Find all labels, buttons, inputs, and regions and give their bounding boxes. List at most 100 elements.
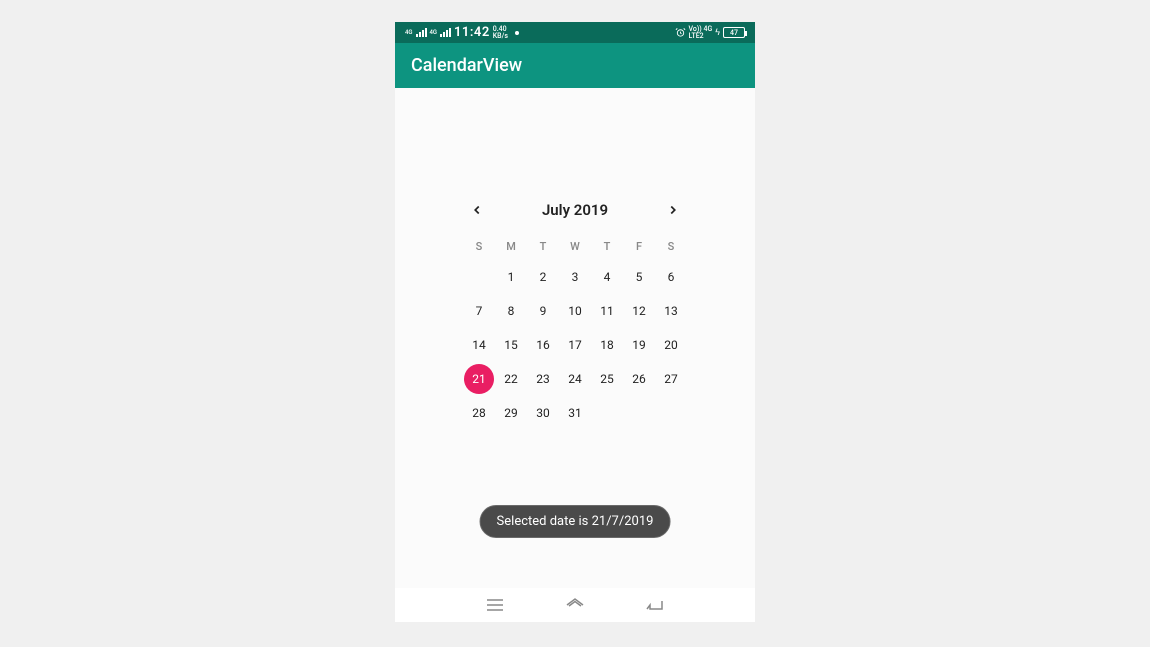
day-number: 20: [664, 338, 678, 352]
day-cell[interactable]: 22: [495, 369, 527, 389]
chevron-right-icon: [666, 203, 680, 217]
calendar-view: July 2019 SMTWTFS12345678910111213141516…: [395, 88, 755, 588]
month-year-label: July 2019: [542, 201, 608, 219]
empty-day-cell: [463, 267, 495, 287]
day-of-week-header: F: [623, 240, 655, 253]
network-1-label: 4G: [405, 29, 413, 36]
day-number: 15: [504, 338, 518, 352]
app-bar: CalendarView: [395, 43, 755, 88]
day-number: 11: [600, 304, 614, 318]
status-right: Vo)) 4G LTE2 ϟ 47: [675, 26, 745, 40]
day-cell[interactable]: 19: [623, 335, 655, 355]
day-cell[interactable]: 25: [591, 369, 623, 389]
prev-month-button[interactable]: [465, 198, 489, 222]
day-cell[interactable]: 11: [591, 301, 623, 321]
day-of-week-header: S: [655, 240, 687, 253]
app-title: CalendarView: [411, 55, 522, 76]
day-cell[interactable]: 23: [527, 369, 559, 389]
day-of-week-header: S: [463, 240, 495, 253]
day-cell[interactable]: 1: [495, 267, 527, 287]
day-number: 27: [664, 372, 678, 386]
day-number: 16: [536, 338, 550, 352]
selected-day-cell[interactable]: 21: [463, 369, 495, 389]
day-cell[interactable]: 28: [463, 403, 495, 423]
day-number: 24: [568, 372, 582, 386]
signal-bars-1-icon: [416, 28, 427, 37]
day-cell[interactable]: 18: [591, 335, 623, 355]
phone-frame: 4G 4G 11:42 0.40 KB/s Vo)) 4G LTE2 ϟ 47: [395, 22, 755, 622]
data-rate: 0.40 KB/s: [493, 26, 508, 40]
day-number: 12: [632, 304, 646, 318]
day-cell[interactable]: 3: [559, 267, 591, 287]
day-of-week-header: T: [591, 240, 623, 253]
day-number: 13: [664, 304, 678, 318]
day-cell[interactable]: 9: [527, 301, 559, 321]
day-cell[interactable]: 16: [527, 335, 559, 355]
day-number: 10: [568, 304, 582, 318]
day-cell[interactable]: 31: [559, 403, 591, 423]
back-icon: [646, 598, 664, 612]
day-number: 22: [504, 372, 518, 386]
day-cell[interactable]: 5: [623, 267, 655, 287]
alarm-icon: [675, 27, 686, 38]
battery-level: 47: [730, 29, 738, 37]
day-number: 2: [540, 270, 547, 284]
day-cell[interactable]: 10: [559, 301, 591, 321]
day-cell[interactable]: 15: [495, 335, 527, 355]
day-cell[interactable]: 27: [655, 369, 687, 389]
toast-text: Selected date is 21/7/2019: [497, 514, 654, 529]
day-number: 25: [600, 372, 614, 386]
day-number: 21: [472, 372, 486, 386]
day-cell[interactable]: 8: [495, 301, 527, 321]
day-number: 14: [472, 338, 486, 352]
day-number: 4: [604, 270, 611, 284]
network-2-label: 4G: [430, 29, 438, 36]
day-cell[interactable]: 30: [527, 403, 559, 423]
day-cell[interactable]: 7: [463, 301, 495, 321]
day-number: 29: [504, 406, 518, 420]
day-of-week-header: T: [527, 240, 559, 253]
day-cell[interactable]: 13: [655, 301, 687, 321]
recent-apps-button[interactable]: [485, 595, 505, 615]
day-number: 17: [568, 338, 582, 352]
system-nav-bar: [395, 588, 755, 622]
back-button[interactable]: [645, 595, 665, 615]
data-rate-unit: KB/s: [493, 32, 508, 40]
next-month-button[interactable]: [661, 198, 685, 222]
day-number: 5: [636, 270, 643, 284]
day-number: 26: [632, 372, 646, 386]
day-number: 23: [536, 372, 550, 386]
calendar-grid: SMTWTFS123456789101112131415161718192021…: [395, 240, 755, 423]
day-cell[interactable]: 4: [591, 267, 623, 287]
sim-label: Vo)) 4G LTE2: [689, 26, 713, 40]
clock-time: 11:42: [454, 25, 490, 40]
day-cell[interactable]: 29: [495, 403, 527, 423]
signal-bars-2-icon: [440, 28, 451, 37]
home-button[interactable]: [565, 595, 585, 615]
day-cell[interactable]: 2: [527, 267, 559, 287]
day-cell[interactable]: 17: [559, 335, 591, 355]
day-cell[interactable]: 26: [623, 369, 655, 389]
status-left: 4G 4G 11:42 0.40 KB/s: [405, 25, 519, 40]
day-cell[interactable]: 14: [463, 335, 495, 355]
day-of-week-header: M: [495, 240, 527, 253]
day-number: 7: [476, 304, 483, 318]
chevron-left-icon: [470, 203, 484, 217]
day-cell[interactable]: 24: [559, 369, 591, 389]
day-number: 31: [568, 406, 582, 420]
day-number: 19: [632, 338, 646, 352]
day-number: 28: [472, 406, 486, 420]
charging-icon: ϟ: [715, 27, 720, 38]
toast-message: Selected date is 21/7/2019: [480, 505, 671, 538]
day-cell[interactable]: 12: [623, 301, 655, 321]
day-number: 9: [540, 304, 547, 318]
day-number: 3: [572, 270, 579, 284]
notification-dot-icon: [515, 31, 519, 35]
home-icon: [565, 597, 585, 613]
day-number: 8: [508, 304, 515, 318]
day-number: 18: [600, 338, 614, 352]
day-cell[interactable]: 20: [655, 335, 687, 355]
status-bar: 4G 4G 11:42 0.40 KB/s Vo)) 4G LTE2 ϟ 47: [395, 22, 755, 43]
battery-icon: 47: [723, 27, 745, 38]
day-cell[interactable]: 6: [655, 267, 687, 287]
